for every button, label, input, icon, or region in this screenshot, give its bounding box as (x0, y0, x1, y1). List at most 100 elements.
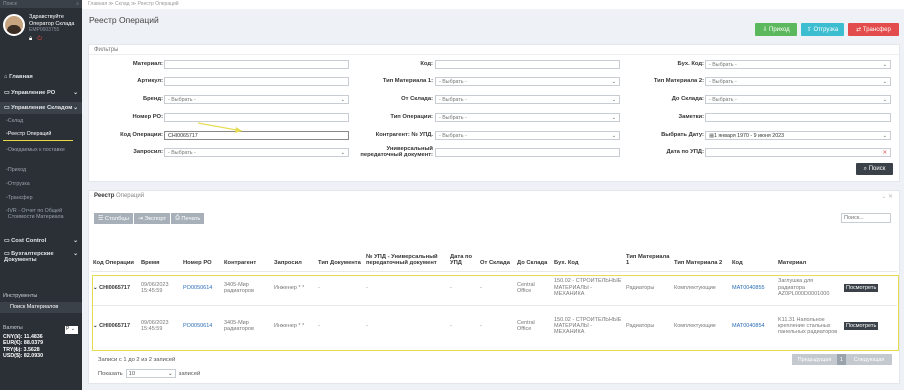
clear-icon[interactable]: ✕ (883, 150, 887, 156)
filter-select[interactable]: - Выбрать - ⌄ (435, 77, 620, 86)
currency-select[interactable]: Р ⌄ (65, 326, 78, 334)
filter-select[interactable]: - Выбрать - ⌄ (435, 131, 620, 140)
column-header[interactable]: Код Операции (91, 233, 139, 271)
filter-value: - Выбрать - (439, 78, 467, 85)
column-header[interactable]: Бух. Код (552, 233, 624, 271)
filter-label: Запросил: (133, 149, 163, 155)
pagination: Предыдущая 1 Следующая (792, 354, 892, 365)
column-header[interactable] (842, 233, 897, 271)
filter-value: 1 января 1970 - 9 июня 2023 (714, 132, 785, 139)
panel-controls-icon[interactable]: ⌄ ✕ (881, 193, 893, 200)
filter-input[interactable] (705, 113, 891, 122)
nav-cost-control[interactable]: ▭ Cost Control ⌄ (0, 236, 82, 246)
rate-eur: EUR(€): 88.0379 (3, 340, 44, 347)
column-header[interactable]: Тип Материала 2 (672, 233, 730, 271)
income-button[interactable]: ⇩ Приход (755, 23, 797, 36)
breadcrumb-warehouse[interactable]: Склад (115, 1, 129, 7)
column-header[interactable]: До Склада (515, 233, 552, 271)
nav-home[interactable]: ⌂ Главная (0, 72, 82, 82)
filter-label: Материал: (132, 61, 163, 67)
prev-page-button[interactable]: Предыдущая (792, 354, 837, 365)
nav-transfer[interactable]: ▫ Трансфер (0, 195, 82, 202)
filter-value: - Выбрать - (439, 132, 467, 139)
column-header[interactable]: Время (139, 233, 181, 271)
chevron-down-icon: ⌄ (611, 132, 616, 139)
page-1-button[interactable]: 1 (837, 354, 846, 365)
columns-button[interactable]: ☰ Столбцы (94, 213, 133, 224)
nav-accounting-docs[interactable]: ▭ Бухгалтерские Документы ⌄ (0, 251, 82, 269)
column-header[interactable]: Номер РО (181, 233, 222, 271)
filter-input[interactable]: CHI0065717 (164, 131, 349, 140)
column-header[interactable]: Тип Материала 1 (624, 233, 672, 271)
print-button[interactable]: ⎙ Печать (171, 213, 205, 224)
sidebar: Поиск ⌕ Здравствуйте Оператор Склада EMP0… (0, 0, 82, 390)
filter-select[interactable]: ▦ 1 января 1970 - 9 июня 2023 ⌄ (705, 131, 891, 140)
filter-label: Код: (420, 61, 433, 67)
transfer-button[interactable]: ⇄ Трансфер (848, 23, 899, 36)
export-button[interactable]: ⇥ Экспорт (133, 213, 171, 224)
table-search-input[interactable] (841, 213, 891, 223)
filter-select[interactable]: - Выбрать - ⌄ (435, 113, 620, 122)
nav-expected-delivery[interactable]: ▫ Ожидаемых к поставке (0, 147, 72, 154)
filter-select[interactable]: - Выбрать - ⌄ (435, 95, 620, 104)
filter-label: Заметки: (678, 114, 704, 120)
column-header[interactable]: От Склада (478, 233, 515, 271)
filter-label: Дата по УПД: (666, 149, 704, 155)
chevron-down-icon: ⌄ (611, 96, 616, 103)
chevron-down-icon: ⌄ (611, 114, 616, 121)
column-header[interactable]: Код (730, 233, 776, 271)
chevron-down-icon: ⌄ (73, 238, 78, 244)
filter-select[interactable]: - Выбрать - ⌄ (705, 60, 891, 69)
column-header[interactable]: № УПД - Универсальный передаточный докум… (364, 233, 448, 271)
lock-icon[interactable]: 🔒︎ (29, 36, 32, 43)
filter-label: Универсальный передаточный документ: (360, 146, 433, 158)
filter-input[interactable] (164, 60, 349, 69)
filter-select[interactable]: - Выбрать - ⌄ (705, 77, 891, 86)
breadcrumb-home[interactable]: Главная (88, 1, 107, 7)
next-page-button[interactable]: Следующая (846, 354, 892, 365)
column-header[interactable]: Материал (776, 233, 842, 271)
chevron-down-icon: ⌄ (882, 96, 887, 103)
nav-income[interactable]: ▫ Приход (0, 167, 82, 174)
sidebar-search-placeholder: Поиск (3, 1, 17, 7)
filter-label: Тип Операции: (390, 114, 433, 120)
user-id: EMP0003755 (29, 27, 60, 33)
breadcrumb-current: Реестр Операций (137, 1, 179, 7)
filter-input[interactable] (164, 113, 349, 122)
filter-select[interactable]: - Выбрать - ⌄ (705, 95, 891, 104)
search-button[interactable]: ⌕ Поиск (856, 163, 893, 175)
filter-select[interactable]: - Выбрать - ⌄ (164, 148, 349, 157)
page-size-select[interactable]: 10 ⌄ (125, 369, 176, 378)
breadcrumb: Главная ≫ Склад ≫ Реестр Операций (82, 0, 904, 9)
filter-select[interactable]: - Выбрать - ⌄ (164, 95, 349, 104)
nav-warehouse[interactable]: ▫ Склад (0, 118, 82, 125)
chevron-down-icon: ⌄ (882, 132, 887, 139)
chevron-down-icon: ⌄ (340, 96, 345, 103)
filter-input[interactable] (435, 148, 620, 157)
column-header[interactable]: Контрагент (222, 233, 272, 271)
filter-input[interactable] (435, 60, 620, 69)
shipment-button[interactable]: ⇧ Отгрузка (801, 23, 844, 36)
column-header[interactable]: Запросил (272, 233, 316, 271)
filter-label: От Склада: (401, 96, 433, 102)
chevron-down-icon: ⌄ (340, 149, 345, 156)
filter-input[interactable] (164, 77, 349, 86)
nav-shipment[interactable]: ▫ Отгрузка (0, 181, 82, 188)
sidebar-search[interactable]: Поиск ⌕ (0, 0, 82, 8)
user-profile: Здравствуйте Оператор Склада EMP0003755 … (0, 8, 82, 46)
nav-operations-registry[interactable]: ▫ Реестр Операций (0, 131, 82, 141)
registry-title: Реестр Операций (94, 193, 145, 199)
nav-po-management[interactable]: ▭ Управление РО ⌄ (0, 88, 82, 98)
column-header[interactable]: Тип Документа (316, 233, 364, 271)
filter-input[interactable]: ✕ (705, 148, 891, 157)
filter-value: - Выбрать - (439, 96, 467, 103)
nav-warehouse-management[interactable]: ▭ Управление Складом ⌄ (0, 102, 82, 114)
rate-usd: USD($): 82.0930 (3, 353, 44, 360)
table-header: Код Операции Время Номер РО Контрагент Запро… (91, 233, 897, 271)
tools-search-materials[interactable]: Поиск Материалов (0, 302, 82, 313)
nav-ivr-report[interactable]: ▫ IVR - Отчет по Общей Стоимости Материа… (0, 208, 78, 220)
filters-panel: Фильтры Материал: Артикул: Бренд: - Выбрать… (88, 44, 900, 182)
power-icon[interactable]: ⏻ (37, 36, 42, 43)
column-header[interactable]: Дата по УПД (448, 233, 478, 271)
table-toolbar: ☰ Столбцы ⇥ Экспорт ⎙ Печать (94, 213, 205, 224)
